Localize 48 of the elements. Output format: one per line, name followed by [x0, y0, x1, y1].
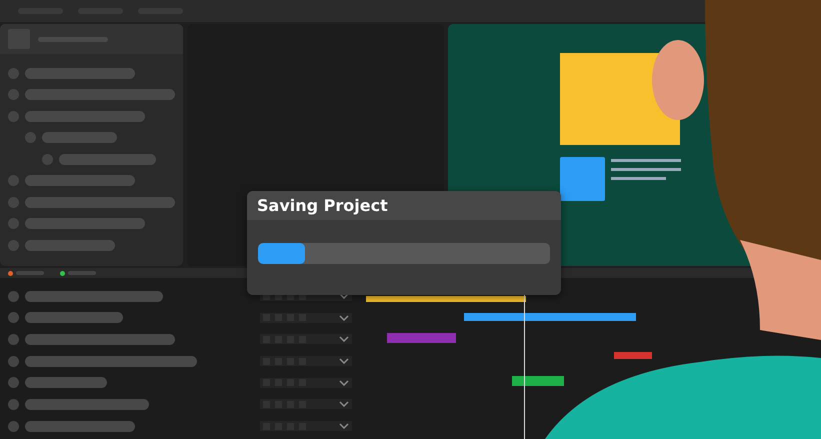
bullet-icon	[8, 398, 19, 410]
bullet-icon	[8, 68, 19, 78]
item-placeholder[interactable]	[25, 110, 145, 122]
dropdown[interactable]	[260, 421, 352, 432]
bullet-icon	[8, 290, 19, 302]
text-placeholder	[611, 159, 681, 162]
bullet-icon	[25, 132, 36, 143]
item-placeholder[interactable]	[25, 218, 145, 229]
bullet-icon	[8, 312, 19, 324]
dropdown[interactable]	[260, 399, 352, 410]
chevron-down-icon[interactable]	[339, 293, 349, 299]
item-placeholder[interactable]	[25, 68, 135, 78]
item-placeholder[interactable]	[42, 132, 117, 143]
bullet-icon	[8, 196, 19, 208]
image-placeholder	[560, 157, 605, 201]
bullet-icon	[8, 377, 19, 388]
bullet-icon	[8, 334, 19, 345]
timeline-clip[interactable]	[512, 376, 564, 386]
text-placeholder	[611, 168, 681, 171]
chevron-down-icon[interactable]	[339, 380, 349, 386]
bullet-icon	[8, 356, 19, 367]
dropdown[interactable]	[260, 356, 352, 366]
item-placeholder[interactable]	[25, 175, 135, 186]
text-placeholder	[611, 177, 666, 180]
dropdown[interactable]	[260, 378, 352, 388]
chevron-down-icon[interactable]	[339, 401, 349, 408]
timeline-clip[interactable]	[366, 296, 526, 302]
bullet-icon	[8, 175, 19, 186]
chevron-down-icon[interactable]	[339, 358, 349, 364]
dropdown[interactable]	[260, 312, 352, 323]
item-placeholder[interactable]	[25, 240, 115, 250]
chevron-down-icon[interactable]	[339, 423, 349, 430]
dialog-title: Saving Project	[247, 191, 561, 220]
dropdown[interactable]	[260, 334, 352, 344]
chevron-down-icon[interactable]	[339, 314, 349, 321]
bullet-icon	[8, 218, 19, 229]
bullet-icon	[8, 89, 19, 100]
timeline-clip[interactable]	[387, 333, 456, 343]
item-placeholder[interactable]	[25, 196, 175, 208]
chevron-down-icon[interactable]	[339, 336, 349, 342]
bullet-icon	[8, 240, 19, 250]
bullet-icon	[42, 154, 53, 164]
item-placeholder[interactable]	[59, 154, 156, 164]
bullet-icon	[8, 110, 19, 122]
timeline-clip[interactable]	[614, 352, 652, 359]
item-placeholder[interactable]	[25, 89, 175, 100]
timeline-clip[interactable]	[464, 313, 636, 321]
bullet-icon	[8, 420, 19, 432]
